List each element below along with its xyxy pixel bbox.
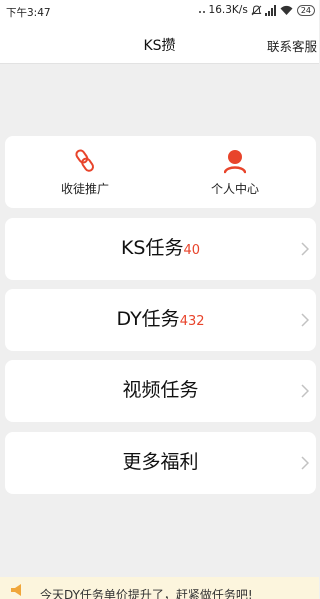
- battery-icon: 24: [296, 4, 315, 16]
- notice-text: 今天DY任务单价提升了，赶紧做任务吧!: [40, 588, 253, 599]
- task-item-dy[interactable]: DY任务432: [5, 289, 316, 351]
- recruit-promotion-label: 收徒推广: [60, 182, 109, 196]
- task-title: KS任务: [120, 237, 184, 259]
- chevron-right-icon: [301, 456, 309, 470]
- task-item-more-benefits[interactable]: 更多福利: [5, 432, 316, 494]
- task-title: 视频任务: [122, 379, 199, 401]
- status-bar: 下午3:47 16.3K/s 24: [0, 0, 319, 22]
- task-count-badge: 40: [183, 243, 201, 258]
- chevron-right-icon: [301, 313, 309, 327]
- task-count-badge: 432: [179, 314, 205, 329]
- status-time: 下午3:47: [6, 7, 51, 19]
- task-item-ks[interactable]: KS任务40: [5, 218, 316, 280]
- notice-bar[interactable]: 今天DY任务单价提升了，赶紧做任务吧!: [0, 577, 319, 599]
- chevron-right-icon: [301, 384, 309, 398]
- task-title: DY任务: [116, 308, 180, 330]
- wifi-icon: [280, 5, 293, 16]
- chevron-right-icon: [301, 242, 309, 256]
- nav-bar: KS攒 联系客服: [0, 22, 319, 64]
- status-indicators: 16.3K/s 24: [198, 4, 315, 16]
- mute-icon: [251, 4, 262, 16]
- task-title: 更多福利: [122, 451, 199, 473]
- user-icon: [224, 150, 246, 174]
- contact-service-button[interactable]: 联系客服: [267, 36, 317, 55]
- personal-center-button[interactable]: 个人中心: [180, 136, 290, 208]
- quick-actions-card: 收徒推广 个人中心: [5, 136, 316, 208]
- network-speed: 16.3K/s: [208, 4, 248, 16]
- dots-icon: [198, 5, 206, 15]
- speaker-icon: [11, 584, 21, 596]
- signal-icon: [264, 4, 277, 16]
- link-icon: [75, 149, 95, 172]
- personal-center-label: 个人中心: [210, 182, 259, 196]
- task-item-video[interactable]: 视频任务: [5, 360, 316, 422]
- recruit-promotion-button[interactable]: 收徒推广: [30, 136, 140, 208]
